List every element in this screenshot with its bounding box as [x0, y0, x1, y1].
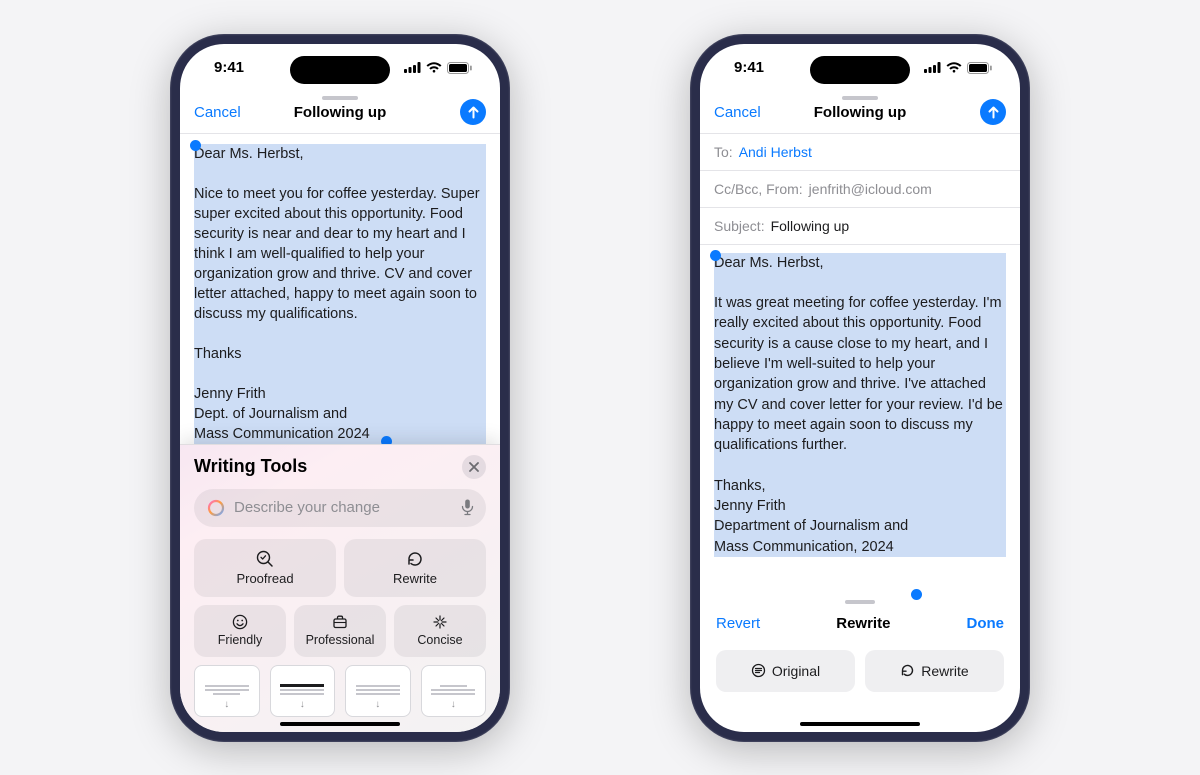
- compose-nav-bar: Cancel Following up: [700, 92, 1020, 134]
- phone-left: 9:41 Cancel Following up Dear Ms. Herbst…: [170, 34, 510, 742]
- revert-button[interactable]: Revert: [716, 615, 760, 632]
- arrow-up-icon: [467, 106, 480, 119]
- rewrite-again-button[interactable]: Rewrite: [865, 650, 1004, 692]
- arrow-up-icon: [987, 106, 1000, 119]
- concise-label: Concise: [417, 633, 462, 647]
- lines-icon: [751, 663, 766, 678]
- rewrite-icon: [900, 663, 915, 678]
- original-label: Original: [772, 663, 820, 679]
- professional-label: Professional: [306, 633, 375, 647]
- friendly-button[interactable]: Friendly: [194, 605, 286, 657]
- send-button[interactable]: [980, 99, 1006, 125]
- rewrite-again-label: Rewrite: [921, 663, 968, 679]
- selection-handle-start[interactable]: [190, 140, 201, 151]
- rewrite-icon: [406, 550, 424, 568]
- writing-tools-title: Writing Tools: [194, 456, 307, 477]
- to-field[interactable]: To: Andi Herbst: [700, 134, 1020, 171]
- home-indicator[interactable]: [800, 722, 920, 726]
- battery-icon: [967, 62, 992, 74]
- cancel-button[interactable]: Cancel: [714, 104, 761, 121]
- email-body-selected[interactable]: Dear Ms. Herbst, Nice to meet you for co…: [194, 144, 486, 444]
- format-thumb-1[interactable]: ↓: [194, 665, 260, 717]
- close-button[interactable]: [462, 455, 486, 479]
- compose-nav-bar: Cancel Following up: [180, 92, 500, 134]
- send-button[interactable]: [460, 99, 486, 125]
- rewrite-label: Rewrite: [393, 571, 437, 586]
- to-value: Andi Herbst: [739, 144, 812, 160]
- battery-icon: [447, 62, 472, 74]
- nav-title: Following up: [294, 104, 386, 121]
- subject-value: Following up: [771, 218, 850, 234]
- format-thumb-2[interactable]: ↓: [270, 665, 336, 717]
- concise-button[interactable]: Concise: [394, 605, 486, 657]
- format-thumb-3[interactable]: ↓: [345, 665, 411, 717]
- footer-grabber[interactable]: [845, 600, 875, 604]
- rewrite-button[interactable]: Rewrite: [344, 539, 486, 597]
- proofread-button[interactable]: Proofread: [194, 539, 336, 597]
- status-time: 9:41: [734, 59, 764, 76]
- subject-label: Subject:: [714, 218, 765, 234]
- ccbcc-field[interactable]: Cc/Bcc, From: jenfrith@icloud.com: [700, 171, 1020, 208]
- ccbcc-value: jenfrith@icloud.com: [809, 181, 932, 197]
- concise-icon: [432, 614, 448, 630]
- to-label: To:: [714, 144, 733, 160]
- dynamic-island: [290, 56, 390, 84]
- nav-title: Following up: [814, 104, 906, 121]
- subject-field[interactable]: Subject: Following up: [700, 208, 1020, 245]
- status-time: 9:41: [214, 59, 244, 76]
- rewrite-footer: Revert Rewrite Done Original Rewrite: [700, 596, 1020, 732]
- apple-intelligence-icon: [206, 498, 226, 518]
- original-button[interactable]: Original: [716, 650, 855, 692]
- mic-icon[interactable]: [461, 499, 474, 516]
- selection-handle-start[interactable]: [710, 250, 721, 261]
- footer-title: Rewrite: [836, 615, 890, 632]
- done-button[interactable]: Done: [967, 615, 1005, 632]
- sheet-grabber[interactable]: [842, 96, 878, 100]
- friendly-label: Friendly: [218, 633, 262, 647]
- email-body-selected[interactable]: Dear Ms. Herbst, It was great meeting fo…: [714, 253, 1006, 557]
- format-options: ↓ ↓ ↓ ↓: [194, 665, 486, 717]
- wifi-icon: [426, 62, 442, 73]
- selection-handle-end[interactable]: [911, 589, 922, 600]
- briefcase-icon: [332, 614, 348, 630]
- professional-button[interactable]: Professional: [294, 605, 386, 657]
- sheet-grabber[interactable]: [322, 96, 358, 100]
- phone-right: 9:41 Cancel Following up To: Andi Herbst…: [690, 34, 1030, 742]
- cellular-icon: [404, 62, 421, 73]
- wifi-icon: [946, 62, 962, 73]
- smile-icon: [232, 614, 248, 630]
- input-placeholder: Describe your change: [234, 499, 453, 516]
- proofread-label: Proofread: [236, 571, 293, 586]
- close-icon: [469, 462, 479, 472]
- dynamic-island: [810, 56, 910, 84]
- status-icons: [404, 62, 472, 74]
- cellular-icon: [924, 62, 941, 73]
- magnify-check-icon: [256, 550, 274, 568]
- home-indicator[interactable]: [280, 722, 400, 726]
- ccbcc-label: Cc/Bcc, From:: [714, 181, 803, 197]
- cancel-button[interactable]: Cancel: [194, 104, 241, 121]
- writing-tools-panel: Writing Tools Describe your change: [180, 444, 500, 732]
- status-icons: [924, 62, 992, 74]
- describe-change-input[interactable]: Describe your change: [194, 489, 486, 527]
- format-thumb-4[interactable]: ↓: [421, 665, 487, 717]
